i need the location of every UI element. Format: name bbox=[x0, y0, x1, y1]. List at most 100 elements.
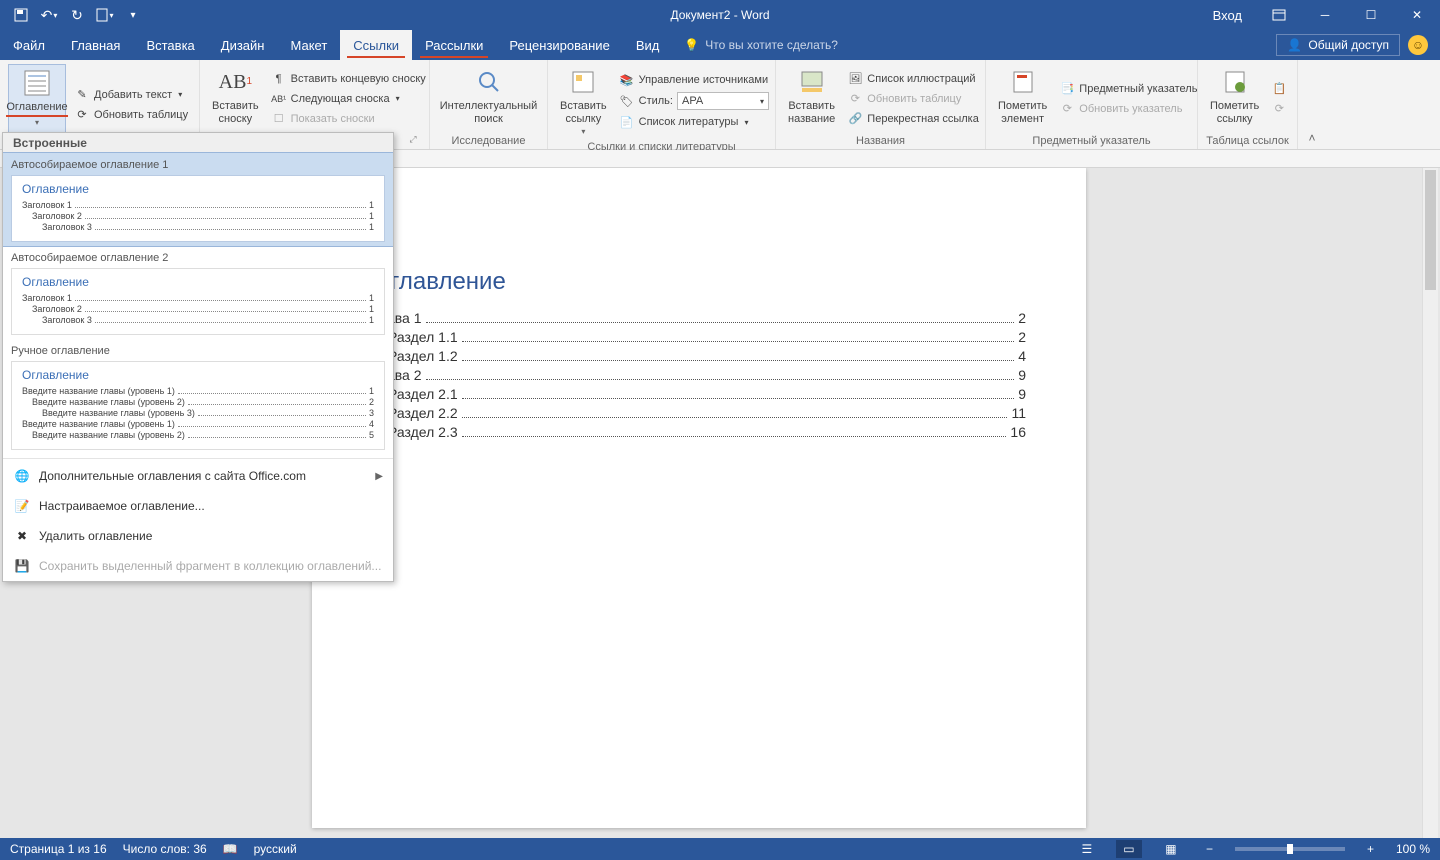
web-layout-icon[interactable]: ▦ bbox=[1158, 840, 1184, 858]
toc-entry: Глава 29 bbox=[372, 367, 1026, 383]
sign-in-button[interactable]: Вход bbox=[1199, 0, 1256, 30]
redo-icon[interactable]: ↻ bbox=[64, 2, 90, 28]
mark-citation-icon bbox=[1219, 66, 1251, 98]
toc-entry-text: Раздел 1.2 bbox=[388, 348, 458, 364]
insert-footnote-button[interactable]: AB1 Вставить сноску bbox=[208, 64, 263, 133]
feedback-icon[interactable]: ☺ bbox=[1408, 35, 1428, 55]
mark-entry-icon bbox=[1007, 66, 1039, 98]
collapse-ribbon-icon[interactable]: ˄ bbox=[1298, 60, 1326, 149]
custom-toc-button[interactable]: 📝 Настраиваемое оглавление... bbox=[3, 491, 393, 521]
group-authorities: Пометить ссылку 📋 ⟳ Таблица ссылок bbox=[1198, 60, 1298, 149]
print-layout-icon[interactable]: ▭ bbox=[1116, 840, 1142, 858]
group-index: Пометить элемент 📑Предметный указатель ⟳… bbox=[986, 60, 1198, 149]
toc-entry-page: 2 bbox=[1018, 310, 1026, 326]
insert-authorities-button[interactable]: 📋 bbox=[1269, 80, 1289, 98]
update-figures-button[interactable]: ⟳Обновить таблицу bbox=[845, 90, 981, 108]
status-language[interactable]: русский bbox=[254, 842, 297, 856]
zoom-out-button[interactable]: − bbox=[1200, 842, 1219, 856]
tab-insert[interactable]: Вставка bbox=[133, 30, 207, 60]
zoom-percent[interactable]: 100 % bbox=[1396, 842, 1430, 856]
share-label: Общий доступ bbox=[1308, 38, 1389, 52]
custom-toc-icon: 📝 bbox=[13, 497, 31, 515]
remove-toc-button[interactable]: ✖ Удалить оглавление bbox=[3, 521, 393, 551]
show-notes-icon: ☐ bbox=[271, 111, 287, 127]
more-toc-office-button[interactable]: 🌐 Дополнительные оглавления с сайта Offi… bbox=[3, 461, 393, 491]
update-table-button[interactable]: ⟳Обновить таблицу bbox=[72, 106, 190, 124]
tab-references[interactable]: Ссылки bbox=[340, 30, 412, 60]
group-captions-label: Названия bbox=[784, 133, 977, 147]
gallery-preview: Оглавление Введите название главы (урове… bbox=[11, 361, 385, 450]
toc-entry-page: 2 bbox=[1018, 329, 1026, 345]
toc-entry: Глава 12 bbox=[372, 310, 1026, 326]
group-index-label: Предметный указатель bbox=[994, 133, 1189, 147]
toc-entry-page: 9 bbox=[1018, 367, 1026, 383]
status-page[interactable]: Страница 1 из 16 bbox=[10, 842, 107, 856]
mark-citation-button[interactable]: Пометить ссылку bbox=[1206, 64, 1263, 133]
footnotes-dialog-icon[interactable]: ⤢ bbox=[407, 133, 419, 145]
insert-caption-button[interactable]: Вставить название bbox=[784, 64, 839, 133]
sources-icon: 📚 bbox=[619, 72, 635, 88]
new-doc-icon[interactable]: ▾ bbox=[92, 2, 118, 28]
toc-entry: Раздел 2.19 bbox=[372, 386, 1026, 402]
maximize-icon[interactable]: ☐ bbox=[1348, 0, 1394, 30]
mark-index-entry-button[interactable]: Пометить элемент bbox=[994, 64, 1051, 133]
toc-entry-text: Раздел 2.3 bbox=[388, 424, 458, 440]
update-authorities-button[interactable]: ⟳ bbox=[1269, 100, 1289, 118]
tell-me-search[interactable]: 💡 Что вы хотите сделать? bbox=[684, 30, 838, 60]
close-icon[interactable]: ✕ bbox=[1394, 0, 1440, 30]
mark-entry-label: Пометить элемент bbox=[998, 100, 1047, 126]
scrollbar-thumb[interactable] bbox=[1425, 170, 1436, 290]
show-notes-button[interactable]: ☐Показать сноски bbox=[269, 110, 428, 128]
footnote-icon: AB1 bbox=[219, 66, 251, 98]
status-bar: Страница 1 из 16 Число слов: 36 📖 русски… bbox=[0, 838, 1440, 860]
toc-entry: Раздел 2.211 bbox=[372, 405, 1026, 421]
smart-lookup-button[interactable]: Интеллектуальный поиск bbox=[439, 64, 539, 133]
bibliography-icon: 📄 bbox=[619, 114, 635, 130]
tab-layout[interactable]: Макет bbox=[277, 30, 340, 60]
save-selection-toc-button: 💾 Сохранить выделенный фрагмент в коллек… bbox=[3, 551, 393, 581]
document-page[interactable]: Оглавление Глава 12Раздел 1.12Раздел 1.2… bbox=[312, 168, 1086, 828]
toc-entry-text: Раздел 2.2 bbox=[388, 405, 458, 421]
cross-reference-button[interactable]: 🔗Перекрестная ссылка bbox=[845, 110, 981, 128]
insert-index-button[interactable]: 📑Предметный указатель bbox=[1057, 80, 1199, 98]
gallery-item-auto-toc-1[interactable]: Автособираемое оглавление 1 Оглавление З… bbox=[3, 152, 393, 247]
zoom-in-button[interactable]: + bbox=[1361, 842, 1380, 856]
insert-endnote-button[interactable]: ¶Вставить концевую сноску bbox=[269, 70, 428, 88]
gallery-item-manual-toc[interactable]: Ручное оглавление Оглавление Введите наз… bbox=[3, 339, 393, 454]
table-of-figures-button[interactable]: 🖼Список иллюстраций bbox=[845, 70, 981, 88]
bibliography-button[interactable]: 📄Список литературы▾ bbox=[617, 113, 771, 131]
tab-view[interactable]: Вид bbox=[623, 30, 673, 60]
caption-icon bbox=[796, 66, 828, 98]
tab-mailings[interactable]: Рассылки bbox=[412, 30, 496, 60]
person-icon: 👤 bbox=[1287, 38, 1302, 52]
tab-home[interactable]: Главная bbox=[58, 30, 133, 60]
gallery-item-auto-toc-2[interactable]: Автособираемое оглавление 2 Оглавление З… bbox=[3, 246, 393, 339]
save-icon[interactable] bbox=[8, 2, 34, 28]
tab-file[interactable]: Файл bbox=[0, 30, 58, 60]
insert-citation-label: Вставить ссылку bbox=[560, 100, 607, 126]
zoom-slider[interactable] bbox=[1235, 847, 1345, 851]
ribbon-options-icon[interactable] bbox=[1256, 0, 1302, 30]
tell-me-placeholder: Что вы хотите сделать? bbox=[705, 38, 838, 52]
update-index-button[interactable]: ⟳Обновить указатель bbox=[1057, 100, 1199, 118]
vertical-scrollbar[interactable] bbox=[1422, 168, 1438, 838]
citation-style-select[interactable]: APA▾ bbox=[677, 92, 769, 110]
insert-citation-button[interactable]: Вставить ссылку bbox=[556, 64, 611, 139]
style-label: Стиль: bbox=[639, 95, 673, 107]
toc-entry-page: 16 bbox=[1010, 424, 1026, 440]
qat-customize-icon[interactable]: ▾ bbox=[120, 2, 146, 28]
proofing-icon[interactable]: 📖 bbox=[223, 842, 238, 856]
endnote-icon: ¶ bbox=[271, 71, 287, 87]
next-footnote-button[interactable]: AB¹Следующая сноска▾ bbox=[269, 90, 428, 108]
manage-sources-button[interactable]: 📚Управление источниками bbox=[617, 71, 771, 89]
zoom-slider-thumb[interactable] bbox=[1287, 844, 1293, 854]
status-word-count[interactable]: Число слов: 36 bbox=[123, 842, 207, 856]
tab-review[interactable]: Рецензирование bbox=[496, 30, 622, 60]
tab-design[interactable]: Дизайн bbox=[208, 30, 278, 60]
add-text-button[interactable]: ✎Добавить текст▾ bbox=[72, 86, 190, 104]
minimize-icon[interactable]: ─ bbox=[1302, 0, 1348, 30]
read-mode-icon[interactable]: ☰ bbox=[1074, 840, 1100, 858]
share-button[interactable]: 👤 Общий доступ bbox=[1276, 34, 1400, 56]
save-selection-icon: 💾 bbox=[13, 557, 31, 575]
undo-icon[interactable]: ↶▾ bbox=[36, 2, 62, 28]
